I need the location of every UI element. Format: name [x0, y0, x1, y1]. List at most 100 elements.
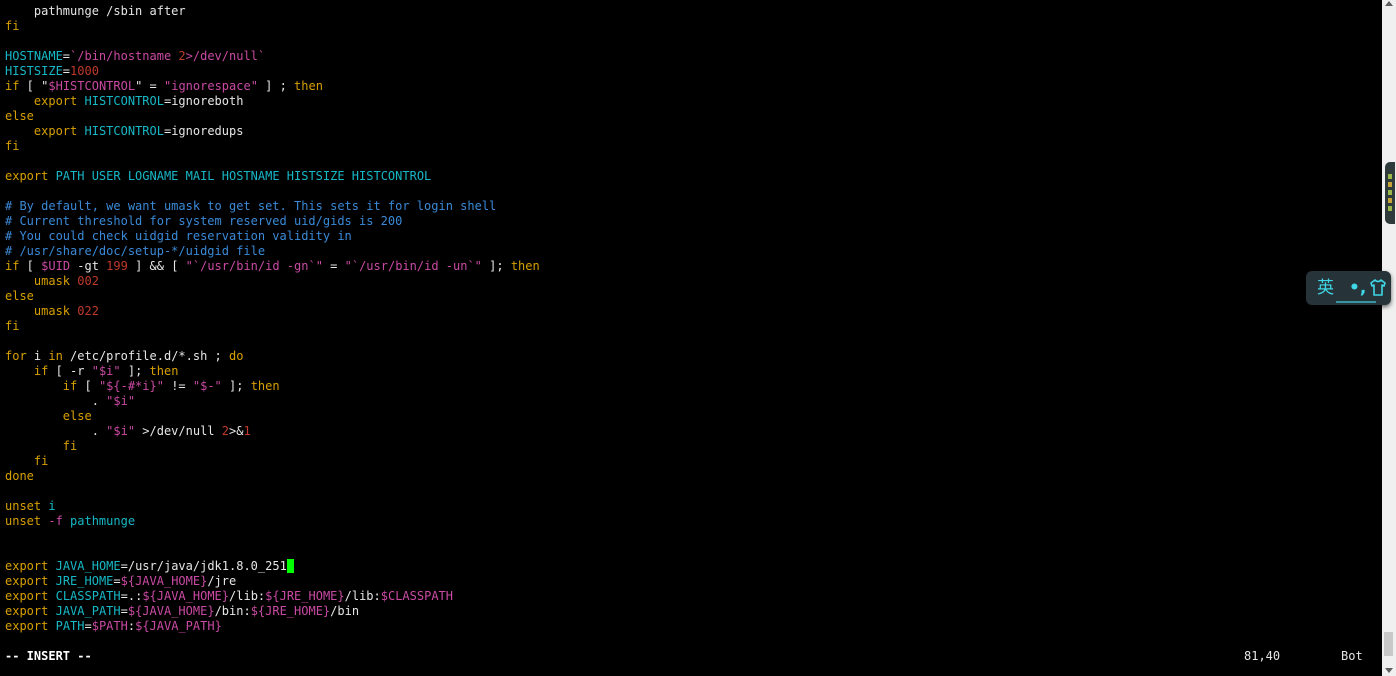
code-token: ${JAVA_HOME} [142, 589, 230, 603]
scrollbar-thumb[interactable] [1384, 632, 1393, 656]
code-line[interactable]: . "$i" [5, 394, 135, 409]
ime-underline [1336, 301, 1376, 303]
code-line[interactable]: if [ "$HISTCONTROL" = "ignorespace" ] ; … [5, 79, 323, 94]
code-line[interactable]: # Current threshold for system reserved … [5, 214, 402, 229]
code-line[interactable]: fi [5, 439, 77, 454]
code-line[interactable]: # /usr/share/doc/setup-*/uidgid file [5, 244, 265, 259]
vim-editor[interactable]: pathmunge /sbin after fi HOSTNAME=`/bin/ho… [5, 4, 1375, 634]
code-line[interactable]: unset -f pathmunge [5, 514, 135, 529]
arrow-up-icon[interactable] [1385, 1, 1393, 6]
code-token: "${-#*i}" [98, 379, 164, 393]
code-line[interactable]: export PATH=$PATH:${JAVA_PATH} [5, 619, 222, 634]
code-token: 022 [77, 304, 99, 318]
code-token: PATH USER LOGNAME MAIL HOSTNAME HISTSIZE… [48, 169, 432, 183]
code-token: 1000 [70, 64, 99, 78]
code-token: export [5, 559, 49, 573]
code-line[interactable]: fi [5, 319, 19, 334]
code-token: JRE_HOME [55, 574, 114, 588]
code-token: `/bin/hostname [70, 49, 179, 63]
code-token: then [149, 364, 179, 378]
ime-punctuation-toggle[interactable]: •, [1349, 278, 1366, 298]
ime-language-toggle[interactable]: 英 [1317, 278, 1334, 298]
code-token: [ [19, 79, 42, 93]
code-line[interactable]: else [5, 409, 92, 424]
code-token: i [48, 499, 56, 513]
code-token: unset [5, 514, 42, 528]
code-line[interactable]: export JRE_HOME=${JAVA_HOME}/jre [5, 574, 236, 589]
code-token: export [5, 169, 49, 183]
code-token: # You could check uidgid reservation val… [5, 229, 352, 243]
code-line[interactable]: HOSTNAME=`/bin/hostname 2>/dev/null` [5, 49, 265, 64]
code-line[interactable]: umask 022 [5, 304, 99, 319]
code-token: unset [5, 499, 42, 513]
code-token: = [113, 574, 121, 588]
code-line[interactable]: pathmunge /sbin after [5, 4, 186, 19]
code-line[interactable]: unset i [5, 499, 56, 514]
arrow-down-icon[interactable] [1385, 668, 1393, 673]
code-line[interactable]: else [5, 109, 34, 124]
code-token: [ [19, 259, 42, 273]
code-token: export [33, 124, 78, 138]
code-token: umask [33, 274, 71, 288]
code-line[interactable]: for i in /etc/profile.d/*.sh ; do [5, 349, 243, 364]
code-line[interactable]: umask 002 [5, 274, 99, 289]
code-line[interactable]: if [ -r "$i" ]; then [5, 364, 179, 379]
code-line[interactable]: export HISTCONTROL=ignoredups [5, 124, 244, 139]
code-token: 2 [178, 49, 186, 63]
code-line[interactable]: . "$i" >/dev/null 2>&1 [5, 424, 251, 439]
code-token: if [62, 379, 78, 393]
code-token: then [294, 79, 323, 93]
code-token: : [127, 619, 136, 633]
code-token: ${JAVA_PATH} [135, 619, 222, 633]
code-token: pathmunge /sbin after [5, 4, 186, 18]
code-line[interactable]: fi [5, 19, 19, 34]
code-line[interactable]: # You could check uidgid reservation val… [5, 229, 352, 244]
code-line[interactable]: HISTSIZE=1000 [5, 64, 99, 79]
code-line[interactable]: export CLASSPATH=.:${JAVA_HOME}/lib:${JR… [5, 589, 453, 604]
code-token: PATH [55, 619, 85, 633]
code-line[interactable]: fi [5, 454, 48, 469]
code-token: done [5, 469, 34, 483]
code-token: pathmunge [62, 514, 136, 528]
code-line[interactable]: fi [5, 139, 19, 154]
shirt-icon[interactable] [1368, 277, 1388, 299]
code-token: CLASSPATH [55, 589, 121, 603]
vim-statusline: -- INSERT -- 81,40 Bot [5, 649, 1375, 664]
code-token: fi [33, 454, 49, 468]
ime-toolbar[interactable]: 英 •, [1306, 271, 1391, 305]
code-line[interactable]: export HISTCONTROL=ignoreboth [5, 94, 244, 109]
code-token: 199 [106, 259, 128, 273]
code-token: =/usr/java/jdk1.8.0_251 [120, 559, 287, 573]
code-token: . [5, 424, 107, 438]
code-line[interactable]: if [ $UID -gt 199 ] && [ "`/usr/bin/id -… [5, 259, 540, 274]
code-token: /lib: [229, 589, 266, 603]
code-line[interactable]: done [5, 469, 34, 484]
code-line[interactable]: # By default, we want umask to get set. … [5, 199, 496, 214]
code-token: if [5, 79, 20, 93]
code-line[interactable]: else [5, 289, 34, 304]
vertical-scrollbar[interactable] [1382, 0, 1396, 676]
code-line[interactable]: export JAVA_HOME=/usr/java/jdk1.8.0_251 [5, 559, 294, 574]
code-token: ${JRE_HOME} [250, 604, 331, 618]
code-token: in [48, 349, 63, 363]
code-line[interactable]: if [ "${-#*i}" != "$-" ]; then [5, 379, 280, 394]
code-token: 2 [221, 424, 229, 438]
side-widget-tab[interactable] [1385, 162, 1395, 224]
code-line[interactable]: export JAVA_PATH=${JAVA_HOME}/bin:${JRE_… [5, 604, 359, 619]
code-token: else [5, 289, 34, 303]
code-line[interactable]: export PATH USER LOGNAME MAIL HOSTNAME H… [5, 169, 431, 184]
code-token: else [5, 109, 34, 123]
code-token: HISTCONTROL [84, 94, 164, 108]
scroll-position: Bot [1341, 649, 1363, 663]
